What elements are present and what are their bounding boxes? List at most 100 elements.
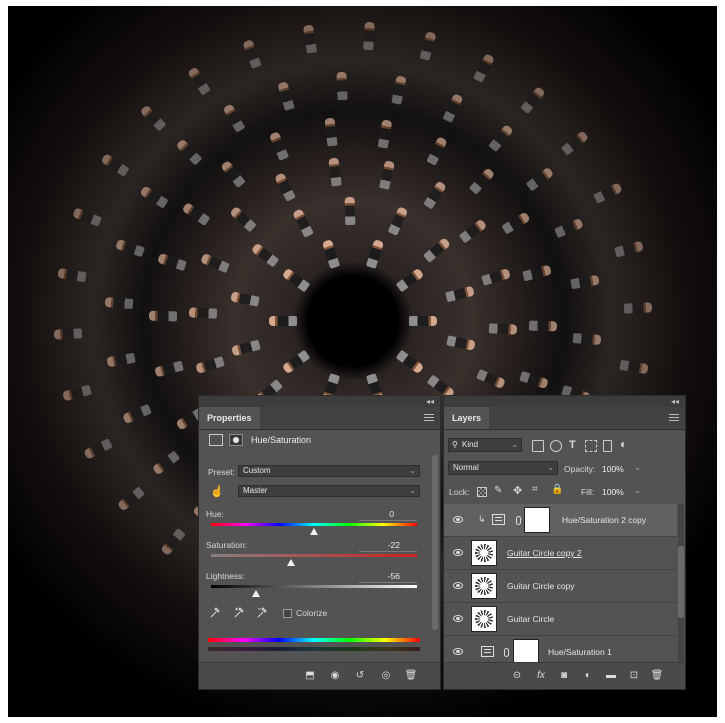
lock-artboard-icon[interactable]: ⌗ [532,484,538,495]
pattern-figure [277,80,296,111]
saturation-slider-track[interactable] [211,554,417,557]
visibility-eye-icon[interactable]: ◎ [379,669,393,683]
layer-mask-icon[interactable] [229,434,243,446]
pattern-figure [378,160,395,190]
trash-icon[interactable]: 🗑 [404,669,418,683]
hue-value[interactable]: 0 [359,509,394,519]
collapse-icon[interactable]: ◂◂ [426,396,434,407]
layer-name[interactable]: Guitar Circle copy 2 [507,537,582,570]
visibility-eye-icon[interactable] [453,615,463,622]
layer-row-hue-saturation-1[interactable]: Hue/Saturation 1 [444,636,677,664]
new-adjustment-layer-icon[interactable]: ◐ [581,669,595,683]
properties-scroll-thumb[interactable] [432,455,438,630]
layer-filter-select[interactable]: ⚲ Kind ⌄ [448,438,522,452]
chevron-down-icon[interactable]: ⌄ [634,485,641,496]
pattern-figure [619,359,649,375]
pattern-figure [220,159,246,188]
pattern-figure [426,135,448,166]
new-group-folder-icon[interactable]: ▬ [604,669,618,683]
chain-link-icon[interactable] [504,648,509,657]
reset-icon[interactable]: ↺ [353,669,367,683]
layer-name[interactable]: Hue/Saturation 1 [548,636,612,664]
tab-layers[interactable]: Layers [444,407,490,429]
layer-thumbnail [471,606,497,632]
visibility-eye-icon[interactable] [453,549,463,556]
pattern-figure [302,24,317,54]
visibility-eye-icon[interactable] [453,648,463,655]
eyedropper-add-icon[interactable] [234,607,244,618]
opacity-value[interactable]: 100% [602,464,624,474]
output-spectrum-bar [208,647,420,651]
visibility-eye-icon[interactable] [453,582,463,589]
layer-mask-thumbnail[interactable] [524,507,550,533]
pattern-figure [282,267,311,293]
add-mask-icon[interactable]: ◙ [557,669,571,683]
layers-scrollbar[interactable] [678,504,684,664]
layer-row-hue-saturation-2-copy[interactable]: ↳ Hue/Saturation 2 copy [444,504,677,537]
layer-style-fx-icon[interactable]: fx [534,669,548,683]
layer-row-guitar-circle-copy-2[interactable]: Guitar Circle copy 2 [444,537,677,570]
collapse-icon[interactable]: ◂◂ [671,396,679,407]
lightness-slider-thumb[interactable] [252,590,261,597]
saturation-slider-thumb[interactable] [287,559,296,566]
filter-pixel-icon[interactable] [532,440,544,452]
layer-name[interactable]: Guitar Circle copy [507,570,575,603]
saturation-value[interactable]: -22 [359,540,400,550]
lightness-slider-track[interactable] [211,585,417,588]
hue-saturation-adjustment-icon[interactable] [209,434,223,446]
new-layer-icon[interactable]: ⊡ [627,669,641,683]
panel-menu-icon[interactable] [669,412,679,422]
lightness-label: Lightness: [206,571,245,581]
targeted-adjustment-hand-icon[interactable]: ☝ [210,485,224,498]
lock-position-icon[interactable]: ✥ [513,484,522,497]
hue-slider-thumb[interactable] [310,528,318,535]
input-spectrum-bar [208,638,420,642]
filter-toggle-icon[interactable]: ◐ [620,437,627,451]
pattern-figure [468,167,495,195]
fill-value[interactable]: 100% [602,487,624,497]
filter-smart-object-icon[interactable] [603,440,612,452]
pattern-figure [187,66,211,96]
layer-row-guitar-circle[interactable]: Guitar Circle [444,603,677,636]
properties-scrollbar[interactable] [432,455,438,630]
pattern-figure [282,349,311,375]
tab-properties[interactable]: Properties [199,407,260,429]
preset-select[interactable]: Custom ⌄ [238,465,420,477]
hue-slider-track[interactable] [211,523,417,526]
view-previous-state-icon[interactable]: ◉ [328,669,342,683]
chevron-down-icon: ⌄ [409,486,416,495]
pattern-figure [222,103,246,133]
channel-select[interactable]: Master ⌄ [238,485,420,497]
pattern-figure [344,196,356,226]
preset-value: Custom [243,466,271,475]
eyedropper-subtract-icon[interactable] [257,607,267,618]
layer-mask-thumbnail[interactable] [513,639,539,664]
pattern-figure [181,201,211,226]
pattern-figure [365,239,384,270]
lock-all-icon[interactable]: 🔒 [551,484,563,495]
visibility-eye-icon[interactable] [453,516,463,523]
lightness-value[interactable]: -56 [359,571,400,581]
lock-image-pixels-icon[interactable]: ✎ [494,485,502,496]
layer-name[interactable]: Hue/Saturation 2 copy [562,504,646,537]
chain-link-icon[interactable] [516,516,521,525]
pattern-figure [520,86,547,115]
filter-shape-icon[interactable] [585,440,597,452]
eyedropper-icon[interactable] [210,607,220,618]
opacity-label: Opacity: [564,464,596,474]
filter-adjustment-icon[interactable] [550,440,562,452]
chevron-down-icon[interactable]: ⌄ [634,462,641,473]
trash-icon[interactable]: 🗑 [650,669,664,683]
pattern-figure [230,291,260,307]
layers-scroll-thumb[interactable] [678,546,684,618]
blend-mode-select[interactable]: Normal ⌄ [448,461,558,475]
lock-transparent-pixels-icon[interactable] [477,487,487,497]
panel-menu-icon[interactable] [424,412,434,422]
layer-thumbnail [471,573,497,599]
layer-name[interactable]: Guitar Circle [507,603,554,636]
filter-type-icon[interactable]: T [569,439,576,451]
layer-row-guitar-circle-copy[interactable]: Guitar Circle copy [444,570,677,603]
clip-to-layer-icon[interactable]: ⬒ [303,669,317,683]
colorize-checkbox[interactable] [283,609,292,618]
link-layers-icon[interactable]: ⊝ [510,669,524,683]
